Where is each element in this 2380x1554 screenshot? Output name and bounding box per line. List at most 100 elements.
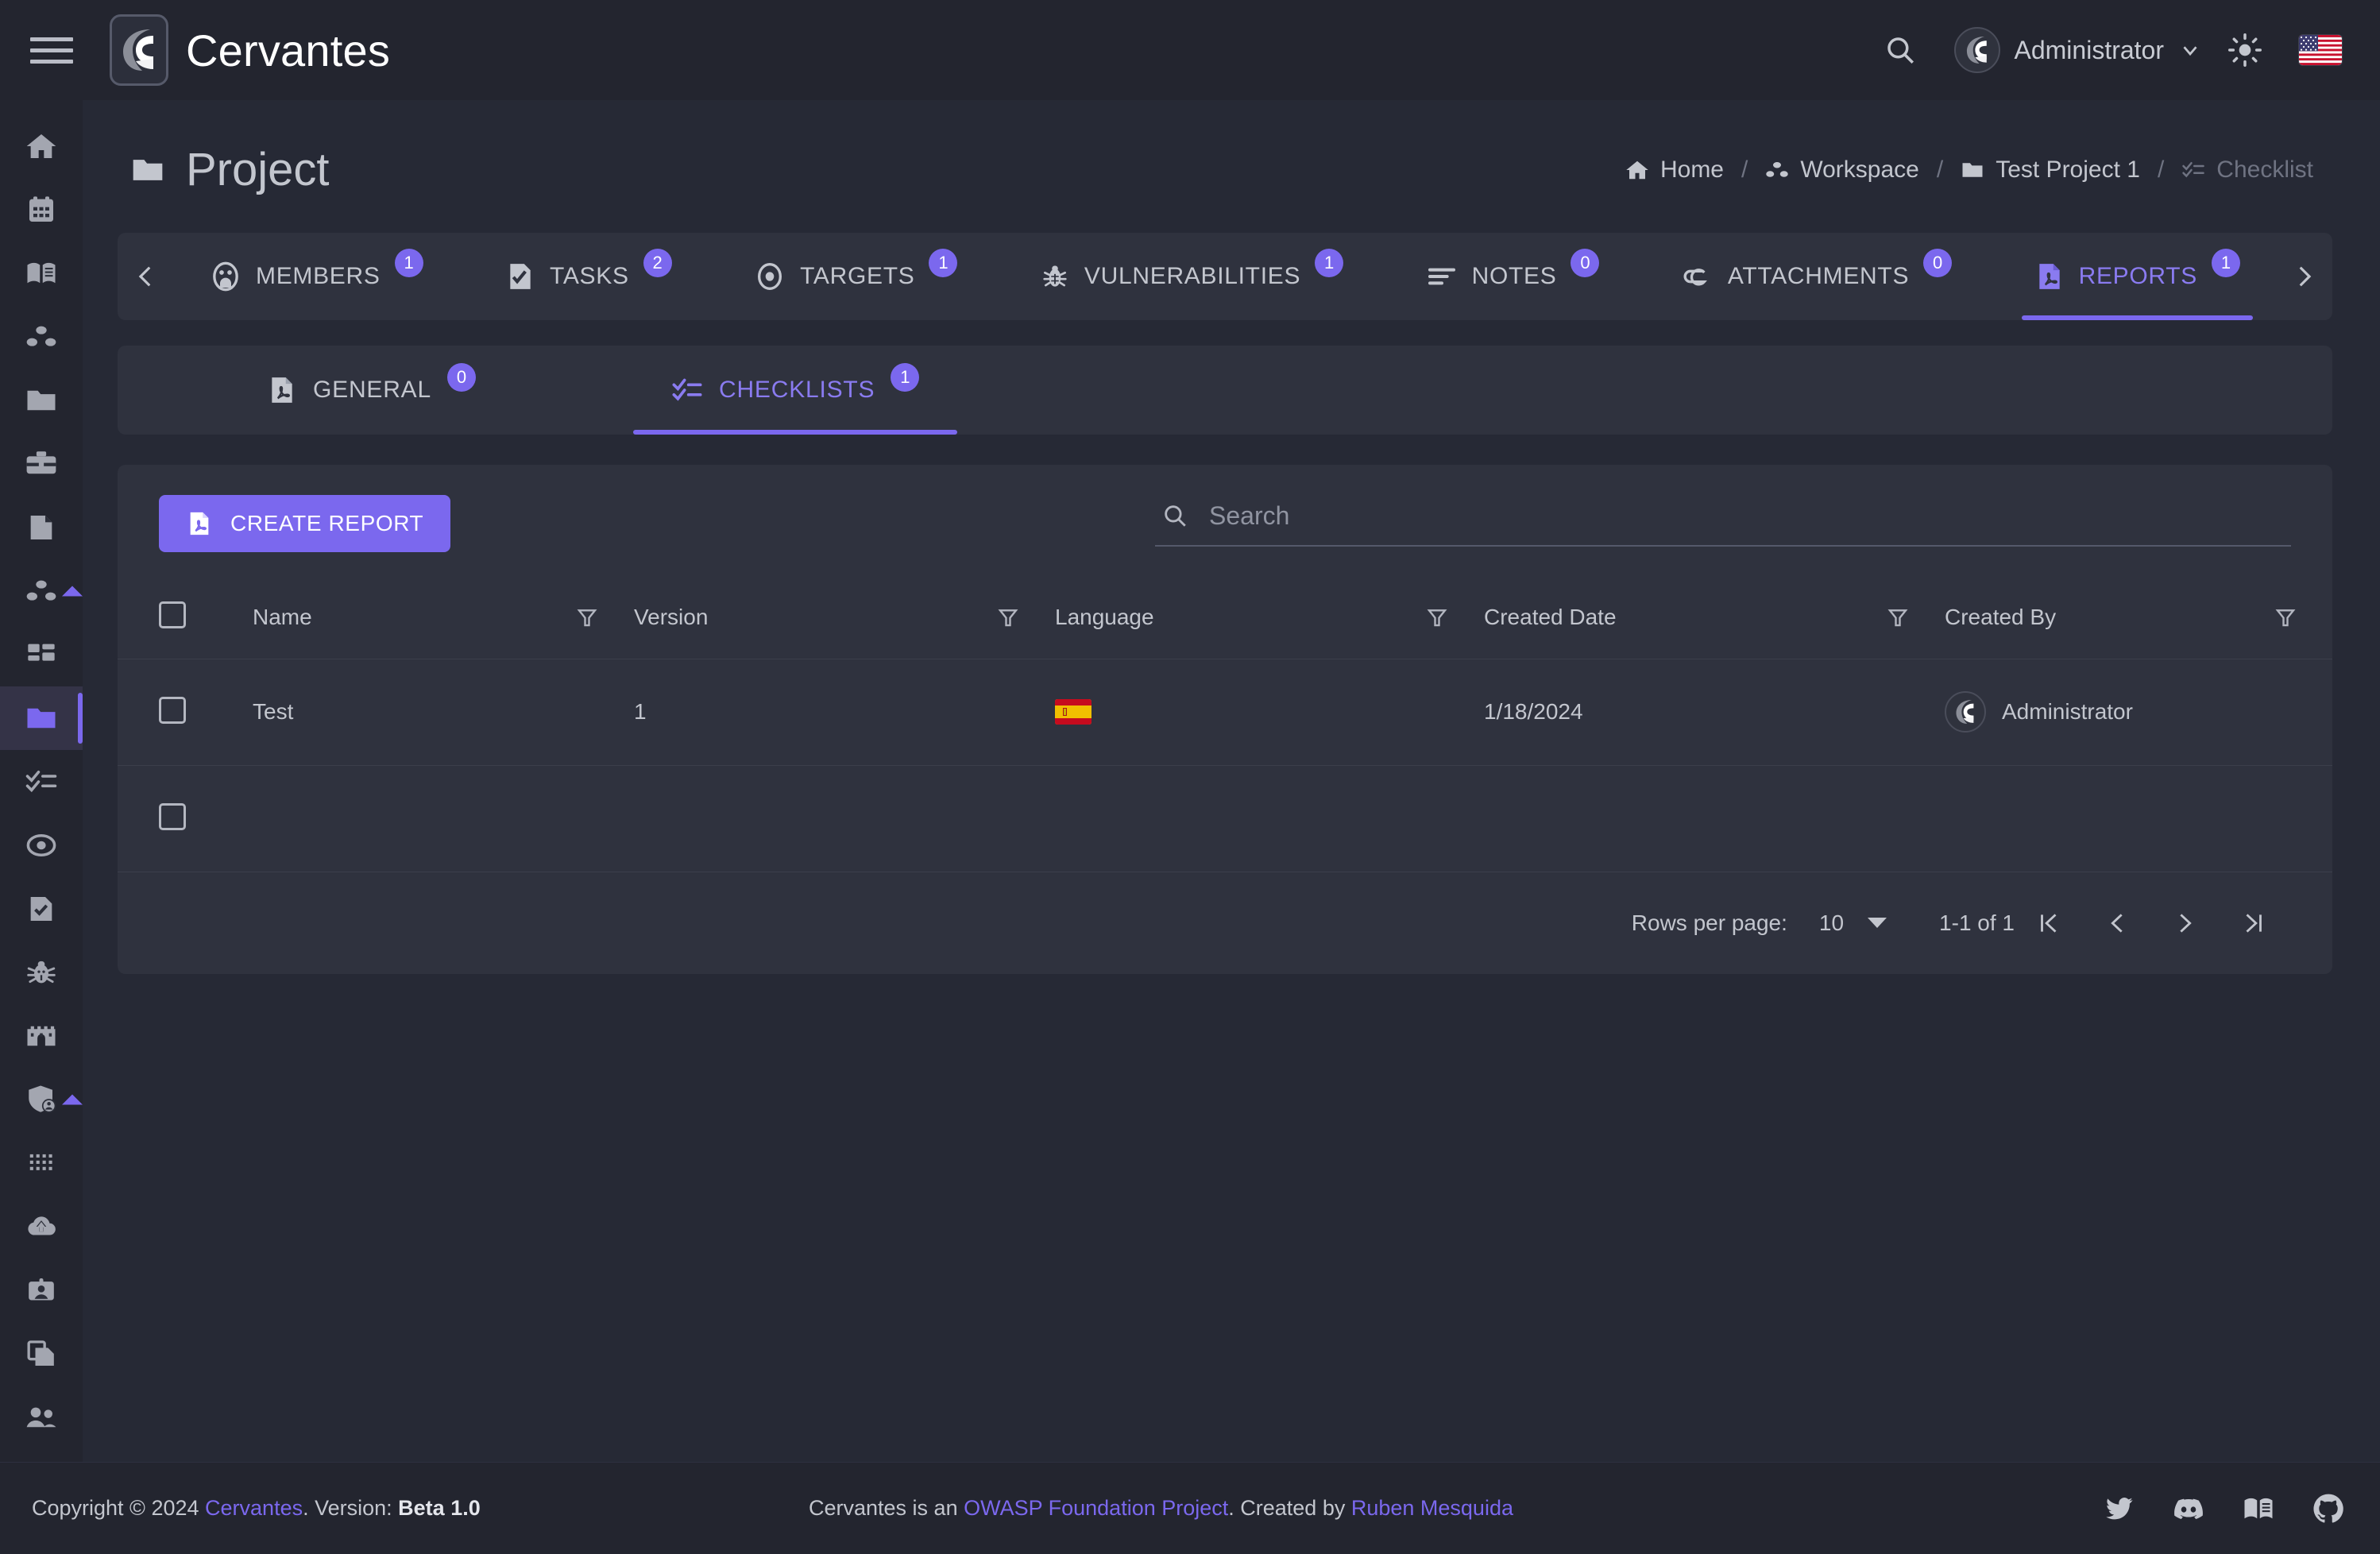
- sidebar-item-users[interactable]: [0, 1386, 83, 1449]
- owasp-link[interactable]: OWASP Foundation Project: [964, 1496, 1228, 1520]
- twitter-icon[interactable]: [2104, 1493, 2135, 1525]
- table-row-empty[interactable]: [118, 765, 2332, 872]
- footer-brand-link[interactable]: Cervantes: [205, 1496, 303, 1520]
- filter-icon[interactable]: [575, 605, 599, 629]
- sidebar-item-profile-card[interactable]: [0, 1258, 83, 1322]
- chevron-right-icon: [2299, 266, 2312, 287]
- filter-icon[interactable]: [1425, 605, 1449, 629]
- cell-empty: [253, 765, 634, 872]
- user-name: Administrator: [2014, 35, 2165, 64]
- discord-icon[interactable]: [2172, 1492, 2205, 1525]
- prev-page-button[interactable]: [2083, 889, 2151, 957]
- sidebar-item-organizations[interactable]: [0, 305, 83, 369]
- sidebar-item-clients[interactable]: [0, 432, 83, 496]
- tab-badge: 1: [1315, 249, 1344, 277]
- table-header-row: Name Version Language Created Date Creat…: [118, 576, 2332, 659]
- breadcrumb-item-test-project-1[interactable]: Test Project 1: [1961, 157, 2140, 184]
- sidebar-item-project[interactable]: [0, 686, 83, 750]
- members-icon: [213, 261, 238, 292]
- sidebar-item-checklists[interactable]: [0, 750, 83, 814]
- page-title-text: Project: [186, 144, 330, 195]
- tabs-scroll-right-button[interactable]: [2275, 233, 2332, 320]
- sidebar-item-knowledge-base[interactable]: [0, 242, 83, 305]
- sidebar-item-upload[interactable]: [0, 1195, 83, 1258]
- sidebar-item-documents[interactable]: [0, 496, 83, 559]
- attachment-icon: [1683, 269, 1707, 286]
- sidebar-item-vulnerabilities[interactable]: [0, 941, 83, 1004]
- tab-vulnerabilities[interactable]: VULNERABILITIES 1: [1024, 233, 1359, 320]
- sidebar-item-apps[interactable]: [0, 1131, 83, 1195]
- breadcrumb-label: Home: [1659, 156, 1724, 183]
- tabs-scroll-left-button[interactable]: [118, 233, 175, 320]
- sidebar-item-targets[interactable]: [0, 814, 83, 877]
- last-page-button[interactable]: [2220, 889, 2288, 957]
- docs-book-icon[interactable]: [2242, 1492, 2275, 1525]
- first-page-button[interactable]: [2015, 889, 2083, 957]
- tab-notes[interactable]: NOTES 0: [1410, 233, 1616, 320]
- row-checkbox[interactable]: [159, 696, 186, 724]
- project-tabs: MEMBERS 1 TASKS 2 TARGETS 1 VULNERABILIT…: [118, 233, 2332, 320]
- card-toolbar: CREATE REPORT: [118, 465, 2332, 576]
- table-row[interactable]: Test 1 1/18/2024 Administrator: [118, 659, 2332, 765]
- tab-targets[interactable]: TARGETS 1: [738, 233, 973, 320]
- cell-value: 1: [634, 699, 647, 724]
- sidebar-item-dashboard[interactable]: [0, 623, 83, 686]
- tab-reports[interactable]: REPORTS 1: [2019, 233, 2256, 320]
- tab-tasks[interactable]: TASKS 2: [489, 233, 688, 320]
- breadcrumb-item-home[interactable]: Home: [1625, 157, 1724, 184]
- search-input[interactable]: [1209, 501, 2285, 531]
- row-select-cell: [118, 765, 253, 872]
- column-label: Language: [1055, 604, 1154, 629]
- breadcrumb-item-workspace[interactable]: Workspace: [1765, 157, 1919, 184]
- checklists-card: CREATE REPORT Name: [118, 465, 2332, 974]
- create-report-button[interactable]: CREATE REPORT: [159, 495, 451, 552]
- tab-label: TARGETS: [800, 263, 915, 289]
- search-icon[interactable]: [1867, 17, 1934, 83]
- breadcrumb-separator: /: [1741, 156, 1748, 183]
- subtab-badge: 1: [891, 363, 920, 392]
- cell-value: 1/18/2024: [1484, 699, 1583, 724]
- book-icon: [27, 262, 56, 284]
- hamburger-menu-icon[interactable]: [30, 29, 73, 72]
- tab-attachments[interactable]: ATTACHMENTS 0: [1666, 233, 1968, 320]
- sidebar-item-workspaces[interactable]: [0, 559, 83, 623]
- sidebar-item-calendar[interactable]: [0, 178, 83, 242]
- home-icon: [1626, 160, 1648, 179]
- top-app-bar: Cervantes Administrator: [0, 0, 2380, 100]
- footer-copyright-prefix: Copyright © 2024: [32, 1496, 206, 1520]
- row-checkbox[interactable]: [159, 802, 186, 830]
- sidebar-item-castle[interactable]: [0, 1004, 83, 1068]
- filter-icon[interactable]: [1886, 605, 1910, 629]
- brand[interactable]: Cervantes: [110, 14, 390, 86]
- user-menu[interactable]: Administrator: [1934, 27, 2212, 73]
- tab-members[interactable]: MEMBERS 1: [194, 233, 439, 320]
- us-flag-icon[interactable]: [2299, 35, 2342, 65]
- search-box[interactable]: [1155, 501, 2291, 547]
- sidebar-item-copy-files[interactable]: [0, 1322, 83, 1386]
- sidebar-item-projects[interactable]: [0, 369, 83, 432]
- subtab-general[interactable]: GENERAL 0: [253, 346, 490, 435]
- breadcrumb-separator: /: [2157, 156, 2165, 183]
- sidebar-item-tasks[interactable]: [0, 877, 83, 941]
- create-report-label: CREATE REPORT: [230, 511, 424, 535]
- sidebar-item-security-users[interactable]: [0, 1068, 83, 1131]
- filter-icon[interactable]: [2274, 605, 2297, 629]
- filter-icon[interactable]: [996, 605, 1020, 629]
- chevron-down-icon[interactable]: [2178, 38, 2202, 62]
- cell-empty: [1484, 765, 1945, 872]
- subtab-checklists[interactable]: CHECKLISTS 1: [632, 346, 958, 435]
- select-all-checkbox[interactable]: [159, 601, 186, 629]
- breadcrumb-item-checklist: Checklist: [2181, 157, 2313, 184]
- file-icon: [30, 516, 52, 539]
- cell-value: Test: [253, 699, 294, 724]
- pdf-icon: [272, 377, 292, 403]
- sun-icon[interactable]: [2212, 17, 2278, 83]
- rows-per-page-select[interactable]: 10: [1819, 910, 1887, 936]
- author-link[interactable]: Ruben Mesquida: [1351, 1496, 1513, 1520]
- target-icon: [26, 834, 56, 856]
- github-icon[interactable]: [2312, 1492, 2345, 1525]
- sidebar-item-home[interactable]: [0, 114, 83, 178]
- footer-center-prefix: Cervantes is an: [809, 1496, 964, 1520]
- avatar: [1953, 27, 2000, 73]
- next-page-button[interactable]: [2151, 889, 2220, 957]
